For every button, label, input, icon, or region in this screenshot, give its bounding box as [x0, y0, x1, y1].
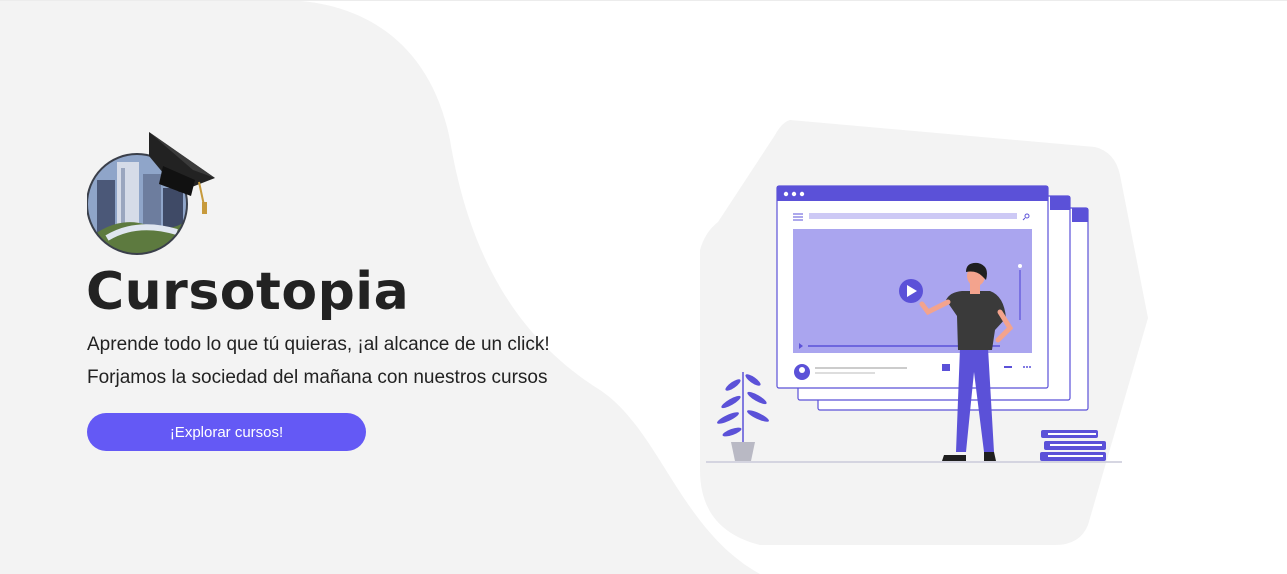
cursotopia-logo: [87, 132, 215, 255]
tagline-2: Forjamos la sociedad del mañana con nues…: [87, 367, 548, 388]
video-lesson-illustration: [706, 185, 1122, 463]
page-title: Cursotopia: [86, 262, 410, 322]
books-icon: [1040, 430, 1106, 461]
tagline-1: Aprende todo lo que tú quieras, ¡al alca…: [87, 334, 550, 355]
explore-courses-button[interactable]: ¡Explorar cursos!: [87, 413, 366, 451]
plant-icon: [717, 372, 769, 461]
